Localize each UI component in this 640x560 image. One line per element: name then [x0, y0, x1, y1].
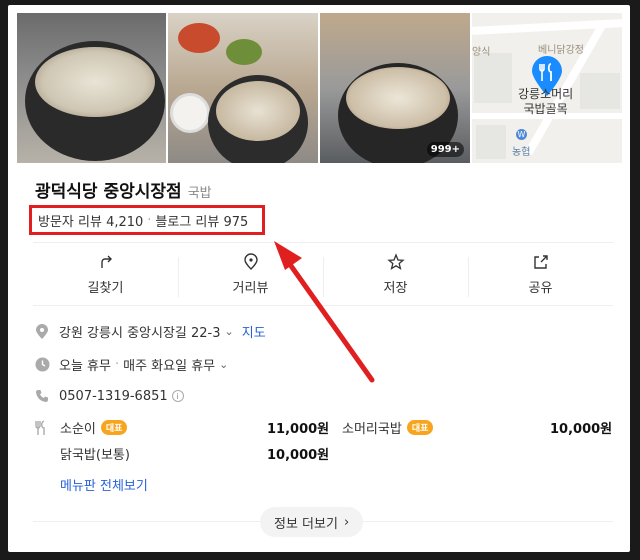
bank-icon: W: [516, 129, 527, 140]
photo-strip: 999+ 양식 베니닭강정 강릉소머리 국밥골목 W 농협: [17, 13, 622, 163]
signature-badge: 대표: [100, 420, 128, 435]
action-label: 길찾기: [87, 280, 124, 296]
directions-button[interactable]: 길찾기: [33, 243, 178, 305]
title-row: 광덕식당 중앙시장점 국밥: [35, 177, 212, 202]
hours-detail: 매주 화요일 휴무: [123, 359, 216, 374]
soup-shape: [216, 81, 300, 141]
soup-shape: [35, 47, 155, 117]
menu-item-price: 10,000원: [267, 448, 330, 463]
menu-item[interactable]: 소머리국밥 대표: [342, 418, 434, 437]
hours-status: 오늘 휴무: [59, 359, 111, 374]
action-label: 저장: [383, 280, 408, 296]
soup-shape: [346, 67, 450, 129]
map-link[interactable]: 지도: [242, 322, 266, 341]
map-block: [580, 73, 620, 109]
location-icon: [34, 323, 50, 340]
more-info-button[interactable]: 정보 더보기 ›: [260, 507, 364, 537]
address-row: 강원 강릉시 중앙시장길 22-3 ⌄ 지도: [34, 322, 266, 341]
photo-1[interactable]: [17, 13, 166, 163]
map-poi-label: 강릉소머리 국밥골목: [518, 87, 574, 116]
kimchi-dish: [178, 23, 220, 53]
chevron-down-icon[interactable]: ⌄: [219, 358, 228, 371]
map-place-label: 양식: [472, 47, 491, 58]
photo-3[interactable]: 999+: [320, 13, 470, 163]
blog-reviews-link[interactable]: 블로그 리뷰 975: [155, 211, 248, 230]
streetview-button[interactable]: 거리뷰: [178, 243, 323, 305]
phone-icon: [34, 388, 50, 404]
menu-view-all-link[interactable]: 메뉴판 전체보기: [60, 475, 148, 494]
info-icon[interactable]: i: [171, 390, 184, 402]
menu-item-name: 소머리국밥: [342, 422, 402, 437]
visitor-reviews-link[interactable]: 방문자 리뷰 4,210: [38, 211, 143, 230]
share-icon: [533, 254, 548, 269]
photo-2[interactable]: [168, 13, 318, 163]
chevron-right-icon: ›: [343, 514, 350, 530]
action-label: 거리뷰: [232, 280, 269, 296]
menu-item-price: 10,000원: [550, 422, 613, 437]
menu-item[interactable]: 닭국밥(보통): [60, 444, 130, 463]
menu-item-price: 11,000원: [267, 422, 330, 437]
map-place-label: 베니닭강정: [538, 45, 584, 56]
save-button[interactable]: 저장: [323, 243, 468, 305]
fork-knife-icon: [34, 420, 48, 440]
menu-item-name: 닭국밥(보통): [60, 448, 130, 463]
action-label: 공유: [528, 280, 553, 296]
reviews-highlight: 방문자 리뷰 4,210 · 블로그 리뷰 975: [29, 205, 265, 235]
place-category: 국밥: [187, 186, 212, 201]
map-thumbnail[interactable]: 양식 베니닭강정 강릉소머리 국밥골목 W 농협: [472, 13, 622, 163]
share-button[interactable]: 공유: [468, 243, 613, 305]
clock-icon: [34, 357, 50, 373]
side-dish: [226, 39, 262, 65]
map-block: [476, 125, 506, 159]
phone-number[interactable]: 0507-1319-6851: [59, 389, 168, 404]
place-card: 999+ 양식 베니닭강정 강릉소머리 국밥골목 W 농협 광덕식당 중앙시장점…: [8, 5, 630, 552]
chevron-down-icon[interactable]: ⌄: [225, 325, 234, 338]
address-text: 강원 강릉시 중앙시장길 22-3: [59, 326, 221, 341]
separator: ·: [114, 357, 120, 372]
menu-item-name: 소순이: [60, 422, 96, 437]
separator: ·: [147, 212, 152, 228]
streetview-pin-icon: [243, 252, 258, 270]
map-block: [474, 53, 512, 103]
photo-count-badge: 999+: [426, 142, 464, 157]
signature-badge: 대표: [406, 420, 434, 435]
menu-item[interactable]: 소순이 대표: [60, 418, 128, 437]
phone-row: 0507-1319-6851 i: [34, 388, 184, 404]
more-info-label: 정보 더보기: [274, 516, 338, 532]
rice-bowl: [170, 93, 210, 133]
place-name: 광덕식당 중앙시장점: [35, 182, 182, 202]
star-icon: [386, 252, 405, 270]
directions-icon: [100, 255, 112, 268]
hours-row[interactable]: 오늘 휴무 · 매주 화요일 휴무 ⌄: [34, 355, 228, 374]
action-bar: 길찾기 거리뷰 저장 공유: [33, 242, 613, 306]
map-bank-label: 농협: [512, 147, 531, 158]
